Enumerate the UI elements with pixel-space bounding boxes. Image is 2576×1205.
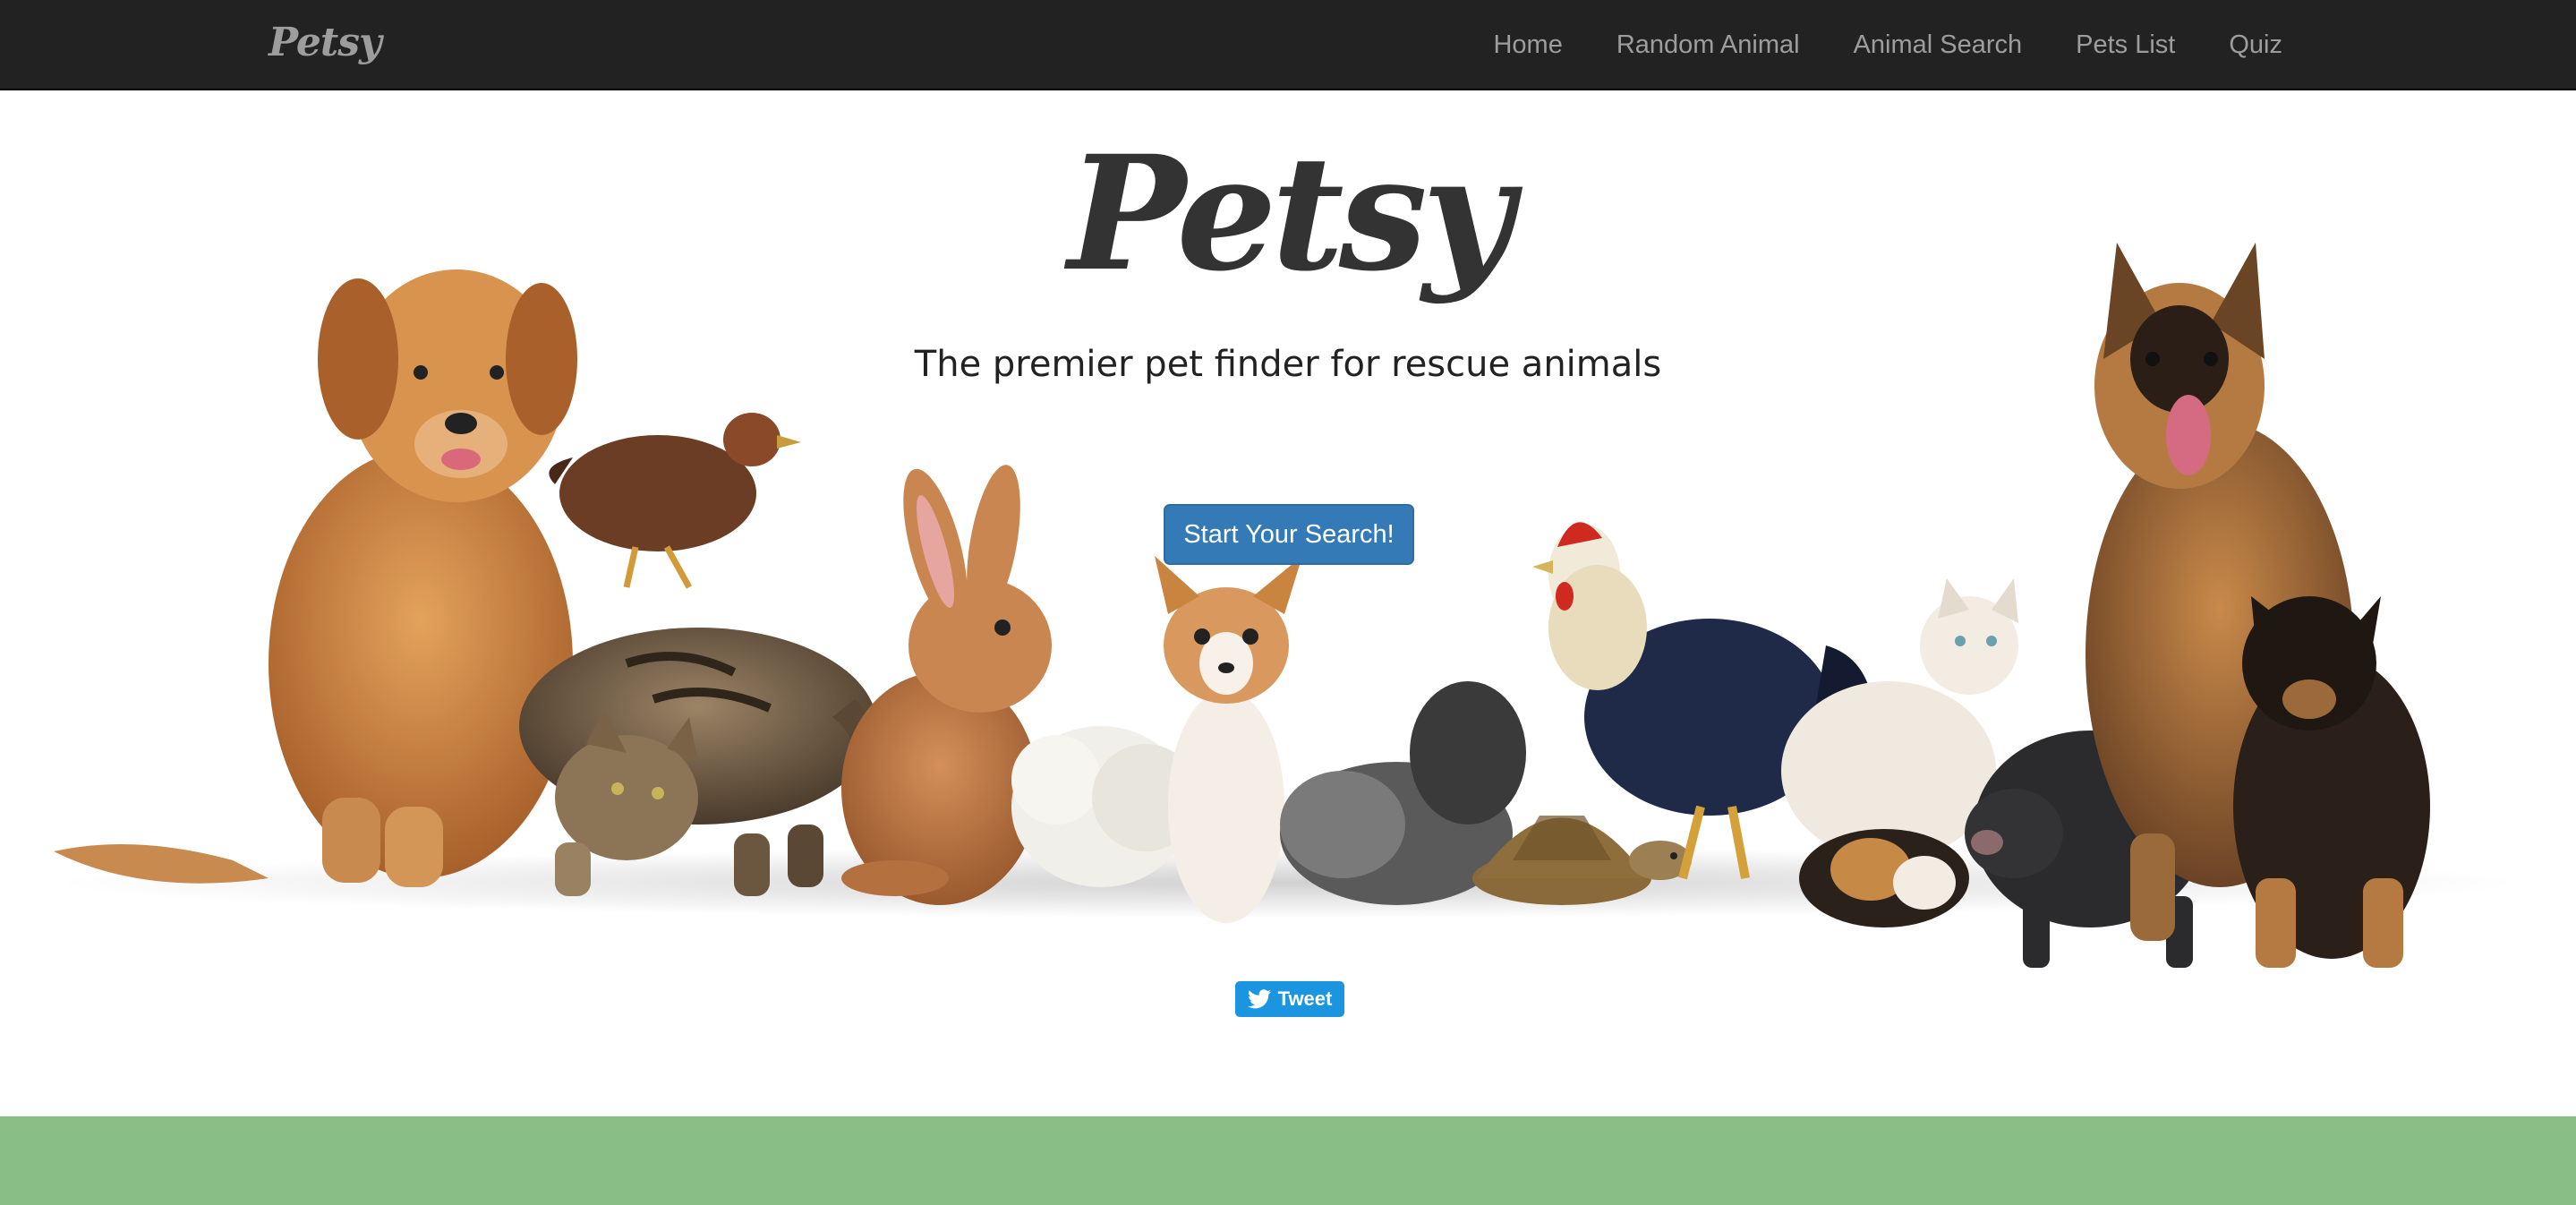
top-navbar: Petsy Home Random Animal Animal Search P… xyxy=(0,0,2576,90)
start-search-button[interactable]: Start Your Search! xyxy=(1164,504,1414,565)
brown-hen xyxy=(549,413,801,589)
nav-links: Home Random Animal Animal Search Pets Li… xyxy=(1439,0,2282,90)
nav-link-pets-list[interactable]: Pets List xyxy=(2076,30,2175,60)
nav-link-home[interactable]: Home xyxy=(1493,30,1562,60)
tweet-button[interactable]: Tweet xyxy=(1235,981,1344,1017)
nav-link-quiz[interactable]: Quiz xyxy=(2229,30,2282,60)
twitter-bird-icon xyxy=(1247,989,1271,1009)
hero-subtitle: The premier pet finder for rescue animal… xyxy=(914,344,1662,385)
nav-link-animal-search[interactable]: Animal Search xyxy=(1854,30,2023,60)
shepherd-puppy xyxy=(2233,596,2430,968)
hero-section: Petsy The premier pet finder for rescue … xyxy=(0,90,2576,1116)
green-section-band xyxy=(0,1116,2576,1205)
tweet-label: Tweet xyxy=(1277,987,1333,1010)
guinea-pig xyxy=(1799,829,1969,927)
nav-link-random-animal[interactable]: Random Animal xyxy=(1616,30,1800,60)
hero-title: Petsy xyxy=(1067,121,1514,306)
navbar-brand[interactable]: Petsy xyxy=(269,20,382,65)
